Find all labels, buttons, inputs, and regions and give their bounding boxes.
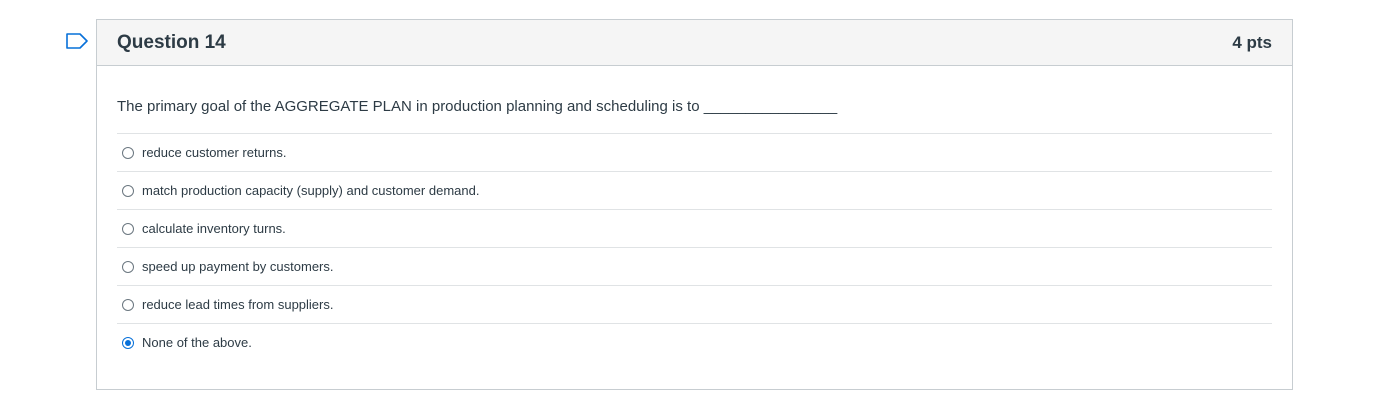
answer-label: reduce lead times from suppliers. [142,297,334,312]
question-header: Question 14 4 pts [97,20,1292,66]
answer-option[interactable]: reduce lead times from suppliers. [117,286,1272,324]
question-card: Question 14 4 pts The primary goal of th… [96,19,1293,390]
answer-label: calculate inventory turns. [142,221,286,236]
answer-label: speed up payment by customers. [142,259,334,274]
question-points: 4 pts [1232,32,1272,52]
radio-button[interactable] [122,184,134,197]
answer-option[interactable]: reduce customer returns. [117,134,1272,172]
question-body: The primary goal of the AGGREGATE PLAN i… [97,97,1292,361]
answer-option[interactable]: speed up payment by customers. [117,248,1272,286]
answer-option[interactable]: match production capacity (supply) and c… [117,172,1272,210]
answer-list: reduce customer returns. match productio… [117,133,1272,361]
radio-button[interactable] [122,222,134,235]
page: Question 14 4 pts The primary goal of th… [0,0,1388,413]
answer-label: match production capacity (supply) and c… [142,183,480,198]
flag-question-icon[interactable] [66,33,88,49]
answer-option[interactable]: calculate inventory turns. [117,210,1272,248]
answer-label: reduce customer returns. [142,145,287,160]
radio-button[interactable] [122,146,134,159]
answer-label: None of the above. [142,335,252,350]
radio-button-checked[interactable] [122,336,134,349]
question-title: Question 14 [117,31,226,53]
question-text: The primary goal of the AGGREGATE PLAN i… [117,98,838,115]
radio-button[interactable] [122,298,134,311]
answer-option-selected[interactable]: None of the above. [117,324,1272,361]
radio-button[interactable] [122,260,134,273]
